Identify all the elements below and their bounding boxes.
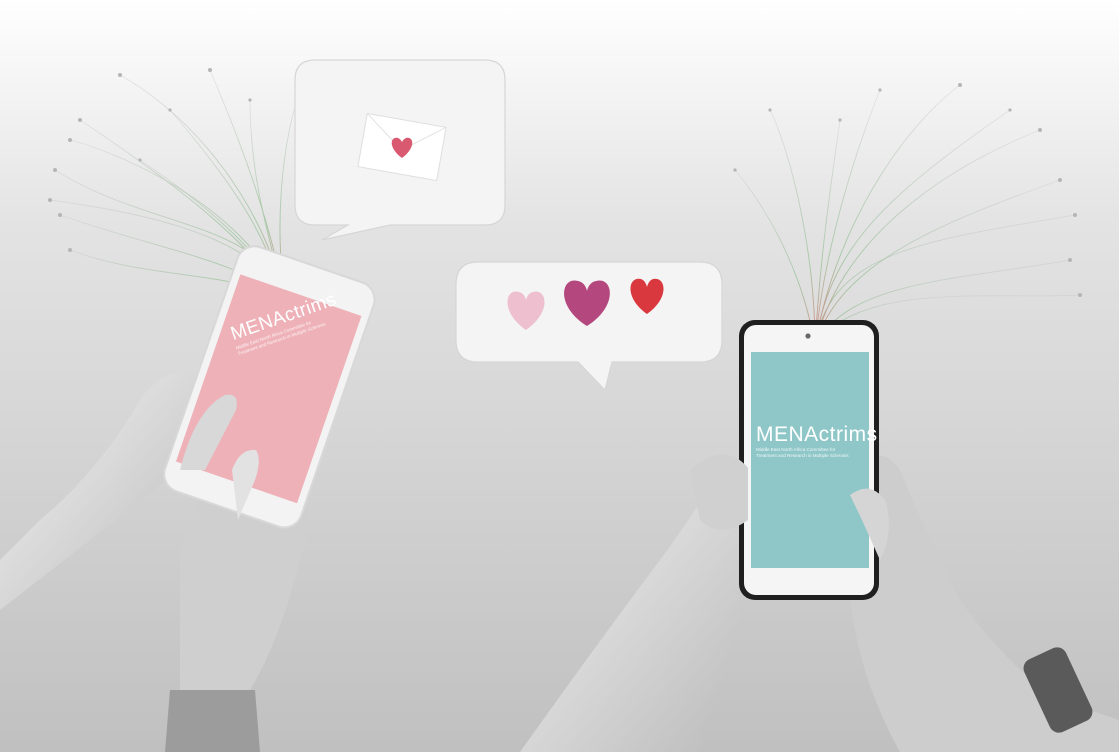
right-phone-brand: MENActrims Middle East North Africa Comm… [756,423,878,458]
brand-logo-text: MENActrims [756,423,878,446]
photo-illustration [0,0,1119,752]
envelope-speech-bubble [294,59,506,241]
hero-photo: MENActrims Middle East North Africa Comm… [0,0,1119,752]
right-phone [739,320,879,600]
brand-tagline-2: Treatment and Research in Multiple Scler… [756,452,849,458]
